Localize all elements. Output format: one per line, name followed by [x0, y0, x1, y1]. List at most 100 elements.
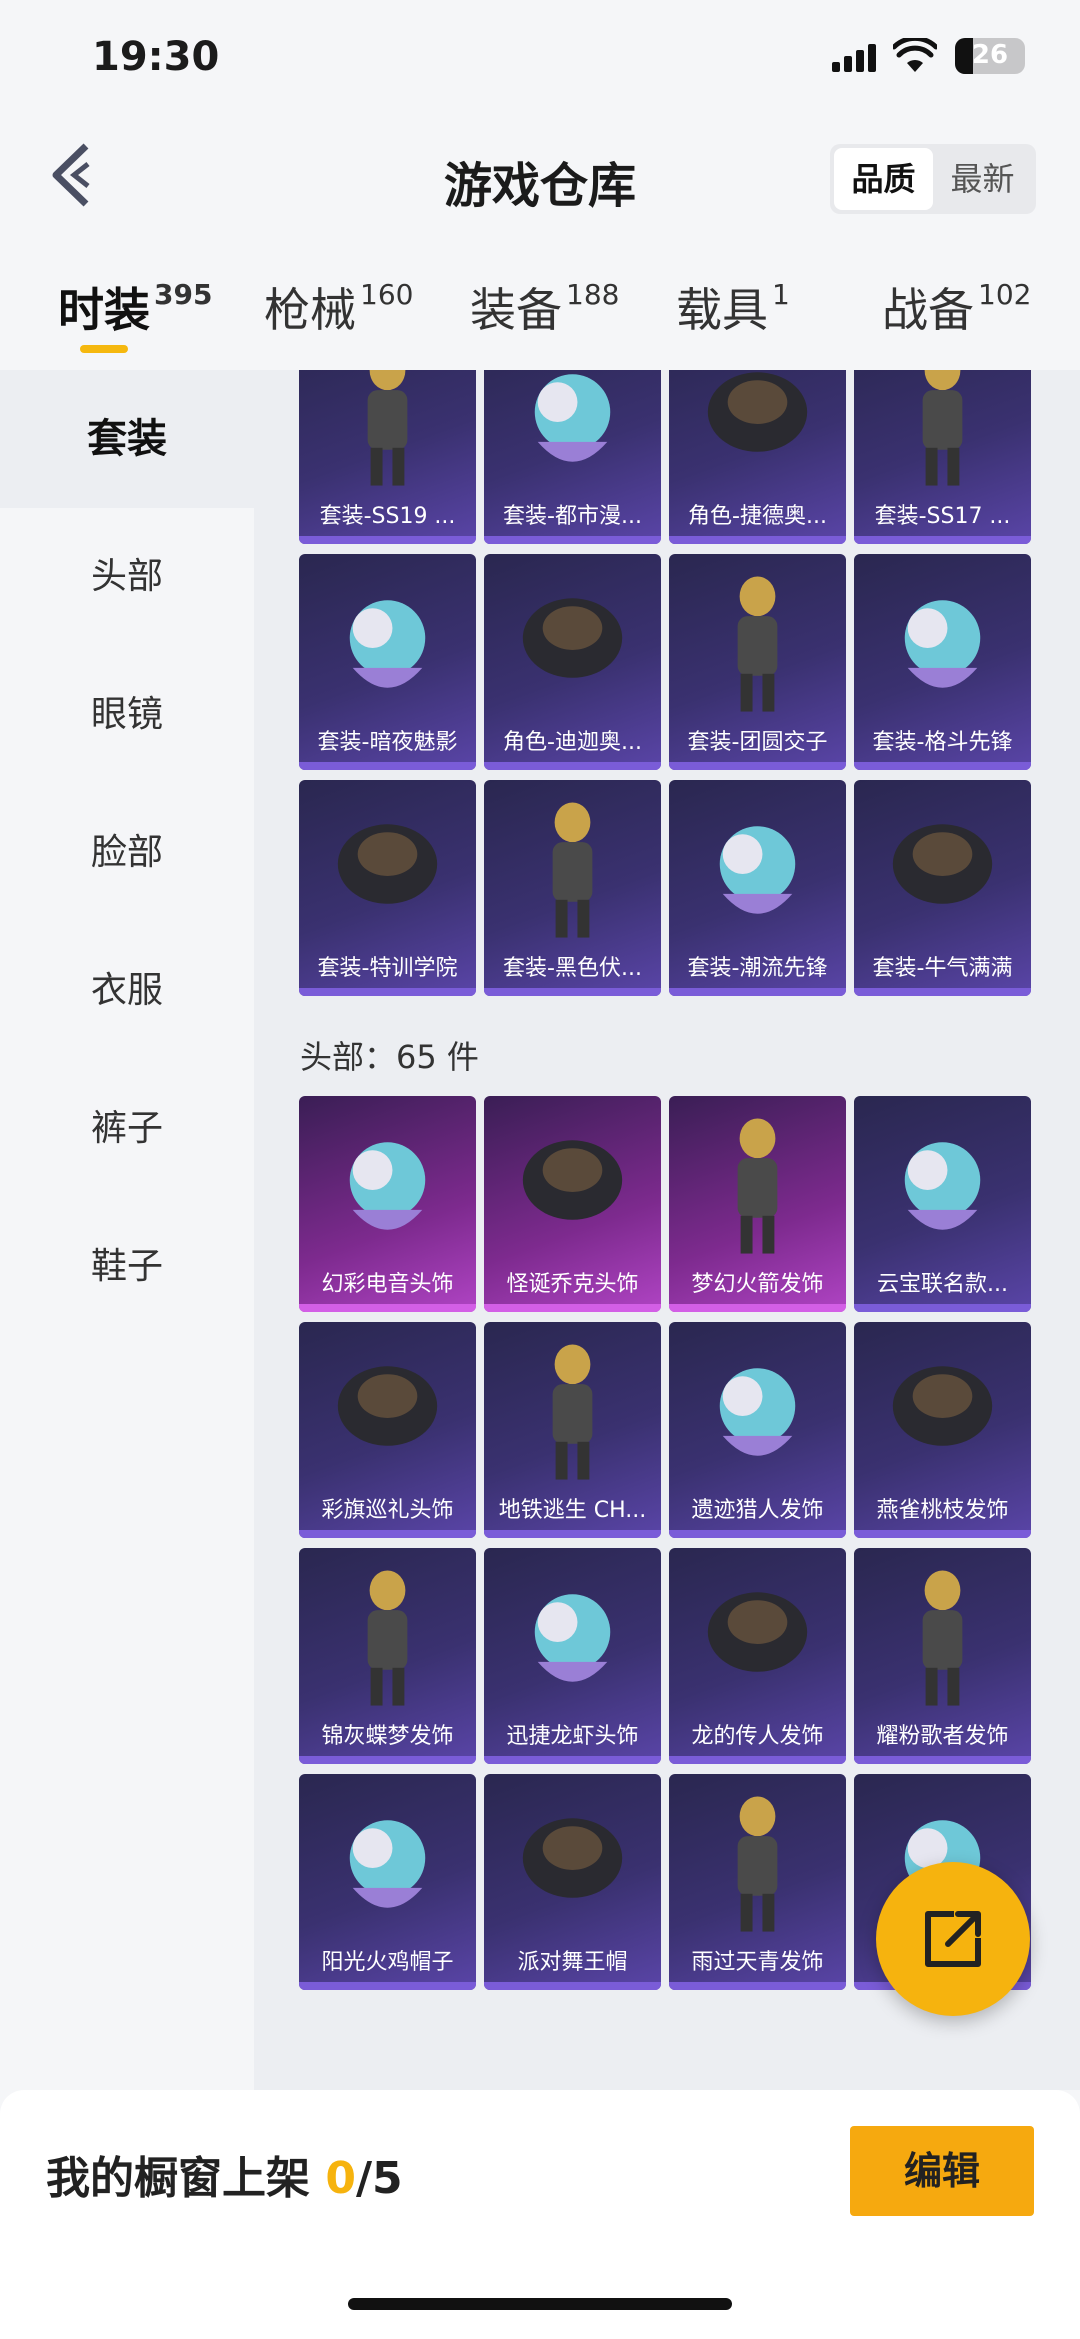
head-item-card[interactable]: 遗迹猎人发饰 — [669, 1322, 846, 1538]
sort-quality-button[interactable]: 品质 — [834, 148, 933, 210]
item-name: 梦幻火箭发饰 — [691, 1272, 824, 1297]
suit-grid: 套装-SS19 ... 套装-都市漫... 角色-捷德奥... 套装-SS17 ...… — [299, 370, 1031, 996]
tab-guns[interactable]: 枪械 160 — [264, 274, 413, 340]
item-image — [498, 1786, 647, 1940]
suit-card[interactable]: 套装-潮流先锋 — [669, 780, 846, 996]
tab-equipment[interactable]: 装备 188 — [470, 274, 619, 340]
showcase-title: 我的橱窗上架 — [46, 2153, 310, 2204]
head-item-card[interactable]: 耀粉歌者发饰 — [854, 1548, 1031, 1764]
sidebar-item-shoes[interactable]: 鞋子 — [0, 1198, 254, 1336]
item-name: 套装-潮流先锋 — [687, 956, 828, 981]
suit-card[interactable]: 套装-特训学院 — [299, 780, 476, 996]
item-name: 套装-SS17 ... — [874, 504, 1011, 529]
item-image — [683, 1786, 832, 1940]
sidebar-item-suits[interactable]: 套装 — [0, 370, 254, 508]
head-item-card[interactable]: 雨过天青发饰 — [669, 1774, 846, 1990]
suit-card[interactable]: 套装-SS17 ... — [854, 370, 1031, 544]
item-image — [498, 566, 647, 720]
suit-card[interactable]: 套装-团圆交子 — [669, 554, 846, 770]
item-image — [868, 370, 1017, 494]
tab-label: 枪械 — [264, 283, 356, 337]
wifi-icon — [893, 38, 937, 72]
head-item-card[interactable]: 梦幻火箭发饰 — [669, 1096, 846, 1312]
item-name: 套装-暗夜魅影 — [317, 730, 458, 755]
suit-card[interactable]: 套装-SS19 ... — [299, 370, 476, 544]
item-name: 套装-格斗先锋 — [872, 730, 1013, 755]
item-name: 雨过天青发饰 — [691, 1950, 824, 1975]
item-name: 派对舞王帽 — [517, 1950, 628, 1975]
head-item-card[interactable]: 幻彩电音头饰 — [299, 1096, 476, 1312]
item-image — [683, 1560, 832, 1714]
sidebar-item-glasses[interactable]: 眼镜 — [0, 646, 254, 784]
showcase-total: /5 — [355, 2153, 403, 2204]
category-tabs: 时装 395 枪械 160 装备 188 载具 1 战备 102 — [0, 260, 1080, 370]
item-image — [498, 1108, 647, 1262]
item-image — [498, 1334, 647, 1488]
item-image — [313, 1108, 462, 1262]
battery-icon: 26 — [955, 38, 1025, 74]
head-item-card[interactable]: 迅捷龙虾头饰 — [484, 1548, 661, 1764]
showcase-label: 我的橱窗上架 0/5 — [46, 2142, 403, 2206]
suit-card[interactable]: 套装-牛气满满 — [854, 780, 1031, 996]
sort-newest-button[interactable]: 最新 — [933, 148, 1032, 210]
item-name: 套装-黑色伏... — [503, 956, 642, 981]
item-name: 套装-都市漫... — [503, 504, 642, 529]
item-image — [313, 1786, 462, 1940]
item-name: 套装-牛气满满 — [872, 956, 1013, 981]
head-item-card[interactable]: 派对舞王帽 — [484, 1774, 661, 1990]
head-item-card[interactable]: 龙的传人发饰 — [669, 1548, 846, 1764]
item-image — [313, 566, 462, 720]
head-item-card[interactable]: 阳光火鸡帽子 — [299, 1774, 476, 1990]
suit-card[interactable]: 套装-都市漫... — [484, 370, 661, 544]
tab-label: 载具 — [676, 283, 768, 337]
item-image — [498, 370, 647, 494]
head-item-card[interactable]: 彩旗巡礼头饰 — [299, 1322, 476, 1538]
tab-count: 102 — [978, 278, 1032, 311]
item-name: 幻彩电音头饰 — [321, 1272, 454, 1297]
tab-count: 1 — [772, 278, 790, 311]
head-item-card[interactable]: 怪诞乔克头饰 — [484, 1096, 661, 1312]
item-image — [868, 792, 1017, 946]
head-item-card[interactable]: 地铁逃生 CH... — [484, 1322, 661, 1538]
sidebar-item-pants[interactable]: 裤子 — [0, 1060, 254, 1198]
item-image — [313, 1560, 462, 1714]
head-item-card[interactable]: 云宝联名款... — [854, 1096, 1031, 1312]
tab-vehicles[interactable]: 载具 1 — [676, 274, 790, 340]
share-icon — [925, 1911, 981, 1967]
share-button[interactable] — [876, 1862, 1030, 2016]
item-name: 地铁逃生 CH... — [498, 1498, 647, 1523]
sidebar-item-face[interactable]: 脸部 — [0, 784, 254, 922]
item-name: 龙的传人发饰 — [691, 1724, 824, 1749]
item-name: 套装-团圆交子 — [687, 730, 828, 755]
tab-label: 装备 — [470, 283, 562, 337]
suit-card[interactable]: 套装-格斗先锋 — [854, 554, 1031, 770]
item-name: 角色-迪迦奥... — [503, 730, 642, 755]
item-name: 套装-SS19 ... — [319, 504, 456, 529]
sidebar: 套装 头部 眼镜 脸部 衣服 裤子 鞋子 — [0, 370, 254, 2090]
home-indicator — [348, 2298, 732, 2310]
suit-card[interactable]: 套装-黑色伏... — [484, 780, 661, 996]
tab-supplies[interactable]: 战备 102 — [882, 274, 1031, 340]
item-image — [498, 792, 647, 946]
suit-card[interactable]: 角色-捷德奥... — [669, 370, 846, 544]
showcase-count: 0 — [325, 2153, 356, 2204]
head-item-card[interactable]: 燕雀桃枝发饰 — [854, 1322, 1031, 1538]
edit-button[interactable]: 编辑 — [850, 2126, 1034, 2216]
suit-card[interactable]: 角色-迪迦奥... — [484, 554, 661, 770]
item-image — [683, 1108, 832, 1262]
head-section-label: 头部：65 件 — [300, 1038, 479, 1076]
item-image — [498, 1560, 647, 1714]
sidebar-item-head[interactable]: 头部 — [0, 508, 254, 646]
head-item-card[interactable]: 锦灰蝶梦发饰 — [299, 1548, 476, 1764]
tab-count: 160 — [360, 278, 414, 311]
item-content: 套装-SS19 ... 套装-都市漫... 角色-捷德奥... 套装-SS17 ...… — [254, 370, 1080, 2090]
item-name: 阳光火鸡帽子 — [321, 1950, 454, 1975]
suit-card[interactable]: 套装-暗夜魅影 — [299, 554, 476, 770]
head-grid: 幻彩电音头饰 怪诞乔克头饰 梦幻火箭发饰 云宝联名款... 彩旗巡礼头饰 地铁逃生 CH.… — [299, 1096, 1031, 1990]
item-image — [868, 1334, 1017, 1488]
sidebar-item-clothes[interactable]: 衣服 — [0, 922, 254, 1060]
item-image — [313, 792, 462, 946]
item-name: 遗迹猎人发饰 — [691, 1498, 824, 1523]
tab-label: 时装 — [58, 283, 150, 337]
tab-fashion[interactable]: 时装 395 — [58, 274, 212, 340]
